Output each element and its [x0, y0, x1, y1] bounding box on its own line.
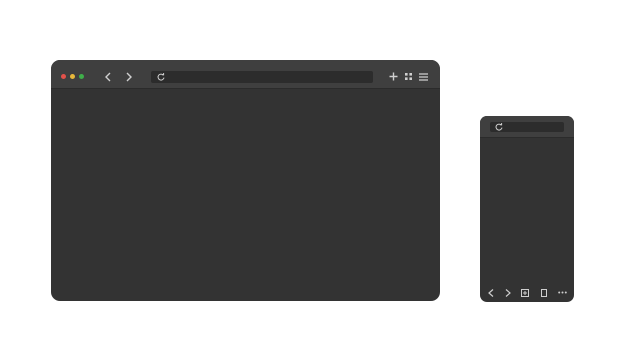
reload-icon[interactable]: [157, 73, 165, 81]
minimize-window-button[interactable]: [70, 74, 75, 79]
tabs-icon[interactable]: [541, 289, 547, 297]
mobile-address-bar[interactable]: [490, 122, 564, 132]
mobile-bottom-bar: [480, 284, 574, 302]
mobile-top-bar: [480, 116, 574, 138]
chevron-right-icon[interactable]: [505, 289, 511, 297]
maximize-window-button[interactable]: [79, 74, 84, 79]
reload-icon[interactable]: [495, 123, 503, 131]
plus-square-icon[interactable]: [521, 289, 529, 297]
mobile-page-content: [480, 138, 574, 284]
grid-icon[interactable]: [405, 73, 412, 80]
desktop-browser-window: [51, 60, 440, 301]
close-window-button[interactable]: [61, 74, 66, 79]
address-bar[interactable]: [151, 71, 373, 83]
plus-icon[interactable]: [389, 72, 398, 81]
chevron-left-icon[interactable]: [488, 289, 494, 297]
menu-icon[interactable]: [419, 73, 428, 81]
chevron-right-icon[interactable]: [125, 72, 133, 82]
mobile-browser-window: [480, 116, 574, 302]
desktop-page-content: [51, 89, 440, 301]
more-icon[interactable]: [558, 291, 567, 294]
desktop-toolbar: [51, 60, 440, 89]
chevron-left-icon[interactable]: [104, 72, 112, 82]
